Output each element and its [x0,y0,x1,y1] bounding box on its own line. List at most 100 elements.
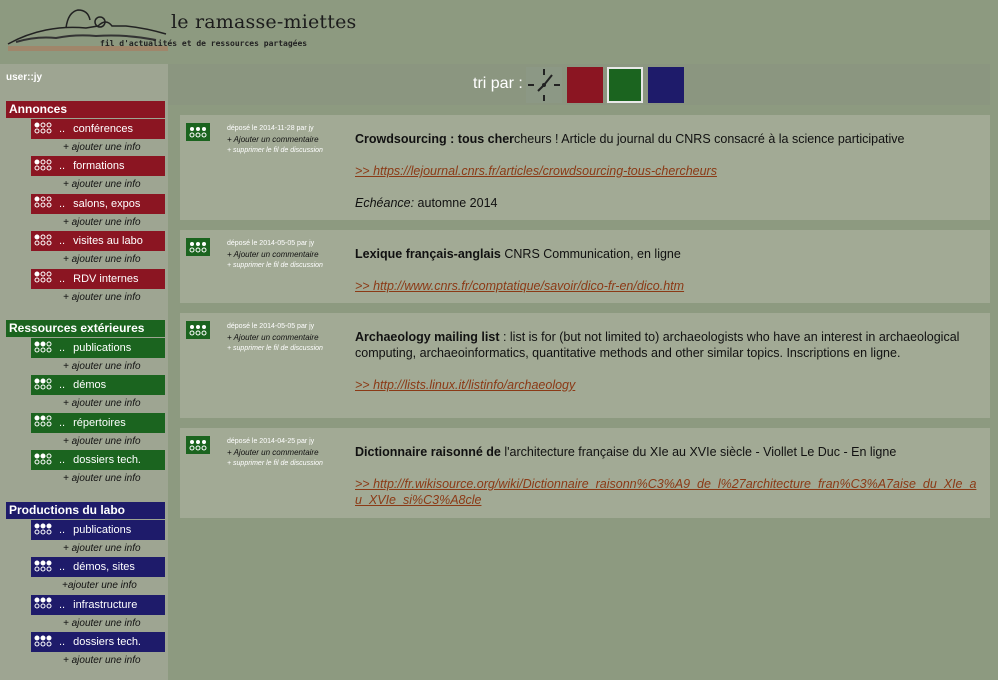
sidebar-item-label: salons, expos [73,197,141,210]
dots-icon [34,415,56,430]
add-comment-link[interactable]: + Ajouter un commentaire [227,134,323,145]
clock-icon [528,69,560,101]
site-title[interactable]: le ramasse-miettes [171,11,356,33]
add-info-link[interactable]: + ajouter une info [63,473,141,484]
post-link[interactable]: >> http://fr.wikisource.org/wiki/Diction… [355,477,976,507]
add-comment-link[interactable]: + Ajouter un commentaire [227,332,323,343]
separator: .. [59,342,66,354]
separator: .. [59,160,66,173]
post-meta: déposé le 2014-04-25 par jy + Ajouter un… [227,436,323,469]
delete-thread-link[interactable]: + supprimer le fil de discussion [227,145,323,156]
sidebar-item[interactable]: .. formations [31,156,165,177]
sort-by-red-button[interactable] [567,67,603,103]
add-info-link[interactable]: + ajouter une info [63,655,141,666]
add-info-link[interactable]: + ajouter une info [63,292,141,303]
sidebar-item[interactable]: .. démos [31,375,165,396]
category-badge [186,436,210,454]
delete-thread-link[interactable]: + supprimer le fil de discussion [227,343,323,354]
sidebar-item[interactable]: .. conférences [31,119,165,139]
separator: .. [59,454,66,467]
add-info-link[interactable]: + ajouter une info [63,543,141,554]
post-date: déposé le 2014-11-28 par jy [227,125,314,132]
sidebar-item[interactable]: .. publications [31,338,165,358]
post-card: déposé le 2014-05-05 par jy + Ajouter un… [180,313,990,418]
post-card: déposé le 2014-04-25 par jy + Ajouter un… [180,428,990,518]
post-card: déposé le 2014-11-28 par jy + Ajouter un… [180,115,990,220]
category-badge [186,123,210,141]
section-header[interactable]: Productions du labo [6,502,165,519]
sidebar-item-label: publications [73,342,132,354]
separator: .. [59,379,66,392]
sidebar-item-label: démos, sites [73,561,135,574]
post-link[interactable]: >> http://www.cnrs.fr/comptatique/savoir… [355,279,684,293]
add-info-link[interactable]: + ajouter une info [63,179,141,190]
sort-by-blue-button[interactable] [648,67,684,103]
post-meta: déposé le 2014-05-05 par jy + Ajouter un… [227,238,323,271]
sidebar-item-label: publications [73,524,132,536]
add-info-link[interactable]: + ajouter une info [63,217,141,228]
separator: .. [59,272,66,285]
sidebar-item-label: répertoires [73,416,126,429]
dots-icon [34,159,56,174]
separator: .. [59,636,66,649]
separator: .. [59,561,66,574]
add-info-link[interactable]: + ajouter une info [63,436,141,447]
add-info-link[interactable]: +ajouter une info [62,580,137,591]
dots-icon [34,341,56,356]
sidebar-item[interactable]: .. répertoires [31,412,165,433]
sidebar-item-label: infrastructure [73,598,138,611]
separator: .. [59,598,66,611]
sort-by-date-button[interactable] [526,67,562,103]
dots-icon [34,271,56,286]
post-body: Crowdsourcing : tous chercheurs ! Articl… [355,131,983,211]
post-title: Lexique français-anglais [355,247,501,261]
section-header[interactable]: Annonces [6,101,165,118]
category-badge [186,321,210,339]
add-info-link[interactable]: + ajouter une info [63,142,141,153]
sidebar-item[interactable]: .. publications [31,520,165,540]
sidebar-item[interactable]: .. visites au labo [31,231,165,252]
post-body: Lexique français-anglais CNRS Communicat… [355,246,983,294]
dots-icon [34,378,56,393]
separator: .. [59,235,66,248]
post-title: Crowdsourcing : tous cher [355,132,515,146]
post-link[interactable]: >> https://lejournal.cnrs.fr/articles/cr… [355,164,717,178]
sidebar-item-label: conférences [73,123,134,135]
post-date: déposé le 2014-05-05 par jy [227,323,315,330]
sidebar-item[interactable]: .. dossiers tech. [31,632,165,653]
sort-by-green-button[interactable] [607,67,643,103]
sort-bar: tri par : [168,64,990,105]
section-header[interactable]: Ressources extérieures [6,320,165,337]
dots-icon [34,453,56,468]
sidebar-item-label: formations [73,160,125,173]
dots-icon [34,597,56,612]
dots-icon [34,523,56,538]
delete-thread-link[interactable]: + supprimer le fil de discussion [227,458,323,469]
post-link[interactable]: >> http://lists.linux.it/listinfo/archae… [355,378,575,392]
sidebar-item[interactable]: .. salons, expos [31,193,165,214]
add-info-link[interactable]: + ajouter une info [63,254,141,265]
dots-icon [34,234,56,249]
post-date: déposé le 2014-04-25 par jy [227,438,315,445]
sidebar-item[interactable]: .. infrastructure [31,594,165,615]
sidebar-item[interactable]: .. RDV internes [31,268,165,289]
post-title: Dictionnaire raisonné de [355,445,501,459]
separator: .. [59,197,66,210]
sidebar-item[interactable]: .. démos, sites [31,557,165,578]
add-info-link[interactable]: + ajouter une info [63,361,141,372]
site-subtitle: fil d'actualités et de ressources partag… [100,39,308,48]
sidebar-item[interactable]: .. dossiers tech. [31,450,165,471]
add-info-link[interactable]: + ajouter une info [63,398,141,409]
post-body: Archaeology mailing list : list is for (… [355,329,983,393]
add-comment-link[interactable]: + Ajouter un commentaire [227,249,323,260]
add-info-link[interactable]: + ajouter une info [63,618,141,629]
post-text: cheurs ! Article du journal du CNRS cons… [514,132,905,146]
site-header: le ramasse-miettes fil d'actualités et d… [0,0,998,58]
post-text: l'architecture française du XIe au XVIe … [500,445,897,459]
sidebar-item-label: dossiers tech. [73,454,141,467]
post-list: déposé le 2014-11-28 par jy + Ajouter un… [168,105,998,680]
sort-label: tri par : [473,75,523,92]
separator: .. [59,123,66,135]
add-comment-link[interactable]: + Ajouter un commentaire [227,447,323,458]
delete-thread-link[interactable]: + supprimer le fil de discussion [227,260,323,271]
